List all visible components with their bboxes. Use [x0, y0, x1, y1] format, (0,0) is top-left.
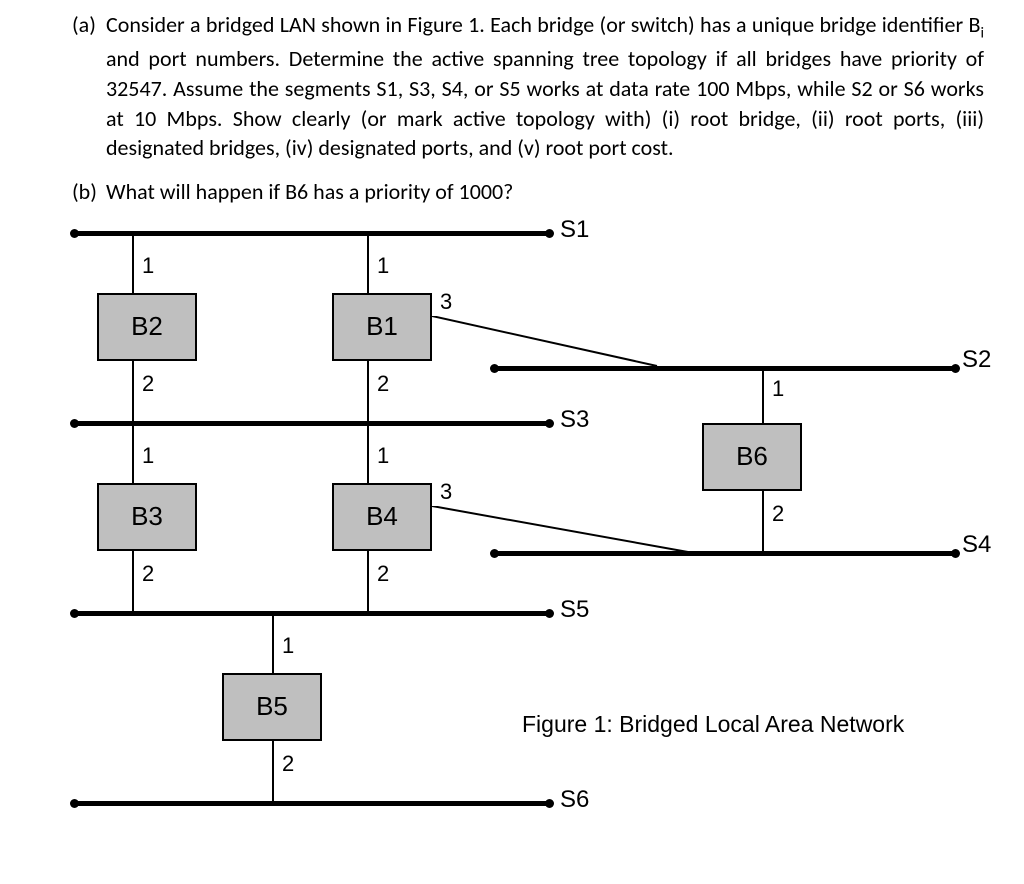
b6-port2-line — [762, 491, 764, 553]
b1-port1-line — [367, 233, 369, 293]
segment-s1-label: S1 — [560, 216, 589, 244]
figure-1: S1 S2 S3 S4 S5 S6 B2 1 2 B1 1 2 3 — [72, 221, 1012, 851]
bridge-b1-label: B1 — [366, 311, 398, 342]
segment-s1 — [72, 231, 552, 236]
b1-port1-num: 1 — [377, 253, 389, 279]
b3-port1-num: 1 — [142, 443, 154, 469]
segment-s3-label: S3 — [560, 406, 589, 434]
part-a-label: (a) — [72, 10, 106, 163]
part-b-label: (b) — [72, 177, 106, 207]
b4-port1-line — [367, 423, 369, 483]
b5-port1-line — [272, 613, 274, 673]
b2-port1-line — [132, 233, 134, 293]
bridge-b1: B1 — [332, 293, 432, 361]
figure-caption: Figure 1: Bridged Local Area Network — [522, 711, 904, 738]
b1-port3-line — [432, 316, 662, 371]
bridge-b5-label: B5 — [256, 691, 288, 722]
b1-port3-num: 3 — [440, 289, 452, 315]
part-a: (a) Consider a bridged LAN shown in Figu… — [72, 10, 984, 163]
b6-port2-num: 2 — [772, 501, 784, 527]
segment-s6 — [72, 801, 552, 806]
bridge-b6: B6 — [702, 423, 802, 491]
b5-port2-num: 2 — [282, 751, 294, 777]
segment-s2-label: S2 — [962, 346, 991, 374]
part-b-text: What will happen if B6 has a priority of… — [106, 177, 984, 207]
bridge-b4-label: B4 — [366, 501, 398, 532]
bridge-b3-label: B3 — [131, 501, 163, 532]
b4-port3-num: 3 — [440, 479, 452, 505]
b5-port2-line — [272, 741, 274, 803]
bridge-b3: B3 — [97, 483, 197, 551]
bridge-b2-label: B2 — [131, 311, 163, 342]
b4-port3-line — [432, 506, 692, 556]
page: (a) Consider a bridged LAN shown in Figu… — [0, 0, 1024, 884]
segment-s6-label: S6 — [560, 786, 589, 814]
b3-port1-line — [132, 423, 134, 483]
segment-s3 — [72, 421, 552, 426]
bridge-b4: B4 — [332, 483, 432, 551]
bridge-b6-label: B6 — [736, 441, 768, 472]
segment-s4-label: S4 — [962, 531, 991, 559]
b6-port1-line — [762, 368, 764, 423]
b2-port2-line — [132, 361, 134, 423]
b6-port1-num: 1 — [772, 376, 784, 402]
bridge-b5: B5 — [222, 673, 322, 741]
b5-port1-num: 1 — [282, 633, 294, 659]
b4-port2-line — [367, 551, 369, 613]
bridge-b2: B2 — [97, 293, 197, 361]
b3-port2-num: 2 — [142, 561, 154, 587]
segment-s5 — [72, 611, 552, 616]
b4-port2-num: 2 — [377, 561, 389, 587]
b4-port1-num: 1 — [377, 443, 389, 469]
b1-port2-num: 2 — [377, 371, 389, 397]
part-a-text: Consider a bridged LAN shown in Figure 1… — [106, 10, 984, 163]
b2-port2-num: 2 — [142, 371, 154, 397]
segment-s5-label: S5 — [560, 596, 589, 624]
b1-port2-line — [367, 361, 369, 423]
part-b: (b) What will happen if B6 has a priorit… — [72, 177, 984, 207]
b3-port2-line — [132, 551, 134, 613]
b2-port1-num: 1 — [142, 253, 154, 279]
